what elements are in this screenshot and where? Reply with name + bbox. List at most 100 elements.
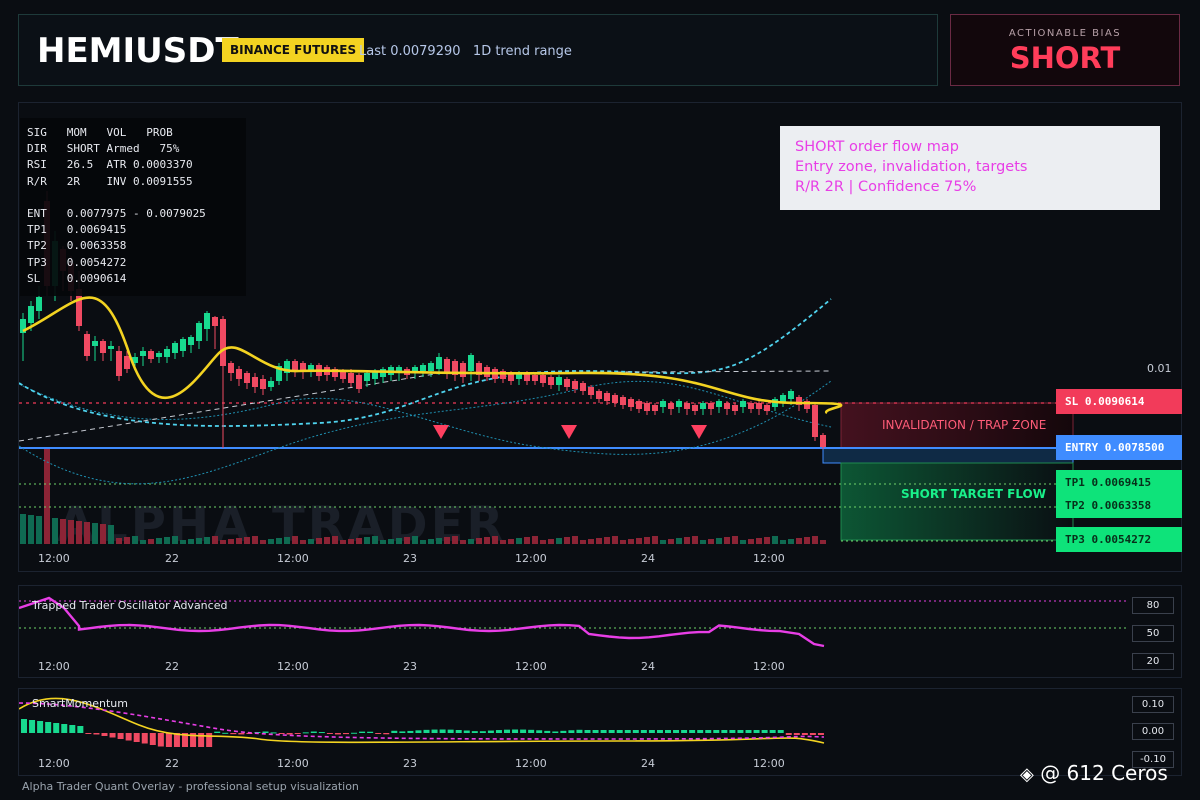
momentum-bar: [817, 733, 824, 735]
momentum-bar: [761, 730, 768, 733]
momentum-bar: [117, 733, 124, 739]
volume-bar: [260, 540, 266, 544]
candle-body: [140, 351, 146, 356]
volume-bar: [188, 539, 194, 544]
candle-body: [172, 343, 178, 353]
candle-body: [220, 319, 226, 366]
momentum-bar: [278, 733, 285, 734]
momentum-bar: [21, 719, 27, 733]
volume-bar: [180, 540, 186, 544]
candle-body: [660, 401, 666, 407]
note-line-2: Entry zone, invalidation, targets: [795, 159, 1028, 175]
volume-bar: [596, 538, 602, 544]
momentum-bar: [512, 729, 519, 733]
tp1-tag[interactable]: TP1 0.0069415: [1056, 470, 1182, 495]
momentum-bar: [656, 730, 663, 733]
oscillator-title: Trapped Trader Oscillator Advanced: [32, 599, 228, 612]
candle-body: [84, 334, 90, 356]
axis-osc-tick: 12:00: [277, 660, 309, 673]
candle-body: [156, 353, 162, 357]
credit-watermark: ◈ @ 612 Ceros: [1020, 761, 1168, 785]
momentum-bar: [423, 729, 430, 733]
candle-body: [628, 399, 634, 407]
momentum-bar: [391, 730, 398, 733]
momentum-bar: [318, 732, 325, 734]
volume-bar: [372, 536, 378, 544]
axis-main-tick: 12:00: [515, 552, 547, 565]
entry-tag[interactable]: ENTRY 0.0078500: [1056, 435, 1182, 460]
volume-bar: [292, 536, 298, 544]
candle-body: [164, 349, 170, 357]
candle-body: [716, 401, 722, 407]
candle-body: [444, 359, 450, 373]
momentum-bar: [133, 733, 140, 742]
candle-body: [100, 341, 106, 353]
candle-body: [604, 393, 610, 401]
candle-body: [588, 387, 594, 395]
momentum-bar: [165, 733, 172, 747]
momentum-bar: [302, 732, 309, 734]
candle-body: [532, 375, 538, 381]
candle-body: [676, 401, 682, 407]
volume-bar: [612, 536, 618, 544]
exchange-badge[interactable]: BINANCE FUTURES: [222, 38, 365, 62]
momentum-bar: [705, 730, 712, 733]
candle-body: [540, 375, 546, 383]
momentum-bar: [214, 731, 221, 733]
candle-body: [292, 361, 298, 371]
momentum-bar: [689, 730, 696, 733]
candle-body: [244, 373, 250, 383]
axis-osc-tick: 12:00: [38, 660, 70, 673]
axis-main-tick: 12:00: [38, 552, 70, 565]
momentum-chart[interactable]: [19, 689, 1181, 775]
volume-bar: [276, 538, 282, 544]
candle-body: [148, 351, 154, 359]
volume-bar: [60, 519, 66, 544]
binance-logo-icon: ◈: [1020, 764, 1034, 785]
candle-body: [572, 381, 578, 389]
volume-bar: [268, 539, 274, 544]
candle-body: [364, 373, 370, 381]
volume-bar: [92, 523, 98, 544]
volume-bar: [484, 537, 490, 544]
volume-bar: [716, 538, 722, 544]
momentum-bar: [439, 729, 446, 733]
volume-bar: [324, 537, 330, 544]
candle-body: [788, 391, 794, 399]
volume-bar: [148, 539, 154, 544]
volume-bar: [380, 540, 386, 544]
momentum-bar: [157, 733, 164, 747]
tp3-tag[interactable]: TP3 0.0054272: [1056, 527, 1182, 552]
candle-body: [564, 379, 570, 387]
candle-body: [652, 405, 658, 411]
momentum-trend-line: [19, 702, 825, 740]
momentum-bar: [334, 733, 341, 735]
momentum-panel[interactable]: [18, 688, 1182, 776]
volume-bar: [620, 540, 626, 544]
candle-body: [124, 356, 130, 369]
note-line-3: R/R 2R | Confidence 75%: [795, 179, 977, 195]
volume-bar: [236, 538, 242, 544]
volume-bar: [820, 540, 826, 544]
momentum-bar: [681, 730, 688, 733]
credit-text: @ 612 Ceros: [1040, 761, 1168, 785]
candle-body: [356, 375, 362, 389]
tp2-tag[interactable]: TP2 0.0063358: [1056, 493, 1182, 518]
stop-loss-tag[interactable]: SL 0.0090614: [1056, 389, 1182, 414]
volume-bar: [548, 539, 554, 544]
axis-mom-tick: 24: [641, 757, 655, 770]
momentum-bar: [632, 730, 639, 733]
axis-osc-tick: 22: [165, 660, 179, 673]
momentum-bar: [713, 730, 720, 733]
volume-bar: [428, 539, 434, 544]
momentum-bar: [753, 730, 760, 733]
axis-main-tick: 12:00: [277, 552, 309, 565]
momentum-bar: [801, 733, 808, 735]
bias-value: SHORT: [1009, 41, 1121, 75]
upper-band: [19, 380, 832, 455]
volume-bar: [332, 536, 338, 544]
short-signal-arrow: [433, 425, 449, 439]
volume-bar: [812, 536, 818, 544]
momentum-bar: [77, 726, 84, 733]
volume-bar: [540, 540, 546, 544]
